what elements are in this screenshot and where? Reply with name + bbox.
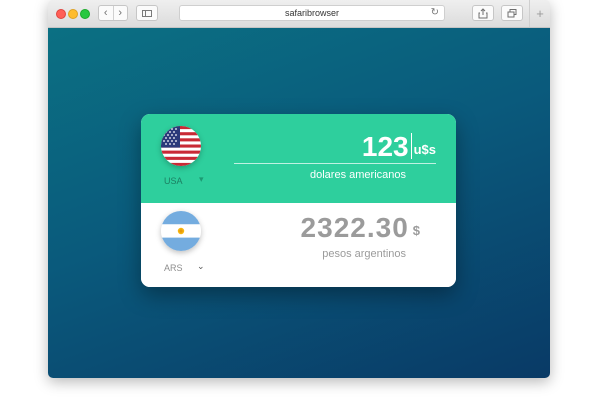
chevron-right-icon[interactable]: › — [114, 6, 128, 20]
sidebar-button[interactable] — [136, 5, 158, 21]
navigation-buttons: ‹ › — [98, 5, 128, 21]
source-amount-field[interactable]: 123 u$s — [362, 132, 436, 162]
chevron-down-icon[interactable]: ⌄ — [197, 261, 205, 272]
target-currency-panel: ARS ⌄ 2322.30 $ pesos argentinos — [141, 203, 456, 287]
target-currency-code[interactable]: ARS — [164, 263, 183, 273]
close-window-button[interactable] — [56, 9, 66, 19]
target-currency-symbol: $ — [412, 223, 420, 238]
target-amount: 2322.30 — [300, 212, 409, 243]
plus-icon[interactable]: + — [529, 0, 550, 27]
address-bar[interactable]: safaribrowser ↻ — [179, 5, 445, 21]
page-content: USA ▾ 123 u$s dolares americanos ARS ⌄ 2… — [48, 28, 550, 378]
chevron-down-icon[interactable]: ▾ — [199, 174, 204, 185]
source-currency-panel: USA ▾ 123 u$s dolares americanos — [141, 114, 456, 203]
reload-icon[interactable]: ↻ — [431, 7, 439, 18]
source-currency-code[interactable]: USA — [164, 176, 183, 186]
chevron-left-icon[interactable]: ‹ — [99, 6, 114, 20]
title-bar: ‹ › safaribrowser ↻ + — [48, 0, 550, 28]
converter-card: USA ▾ 123 u$s dolares americanos ARS ⌄ 2… — [141, 114, 456, 287]
text-caret — [410, 133, 412, 159]
input-underline — [234, 163, 436, 164]
zoom-window-button[interactable] — [80, 9, 90, 19]
source-amount[interactable]: 123 — [362, 132, 409, 162]
url-text: safaribrowser — [284, 8, 340, 18]
tabs-button[interactable] — [501, 5, 523, 21]
target-currency-name: pesos argentinos — [322, 248, 406, 260]
target-amount-display: 2322.30 $ — [301, 213, 420, 243]
share-button[interactable] — [472, 5, 494, 21]
browser-window: ‹ › safaribrowser ↻ + USA ▾ 123 u$s dola… — [48, 0, 550, 378]
source-currency-name: dolares americanos — [310, 169, 406, 181]
share-icon — [478, 7, 488, 18]
argentina-flag-icon[interactable] — [161, 211, 201, 251]
minimize-window-button[interactable] — [68, 9, 78, 19]
sidebar-icon — [142, 9, 152, 17]
usa-flag-icon[interactable] — [161, 126, 201, 166]
tabs-icon — [507, 8, 517, 17]
source-currency-symbol: u$s — [413, 142, 436, 157]
